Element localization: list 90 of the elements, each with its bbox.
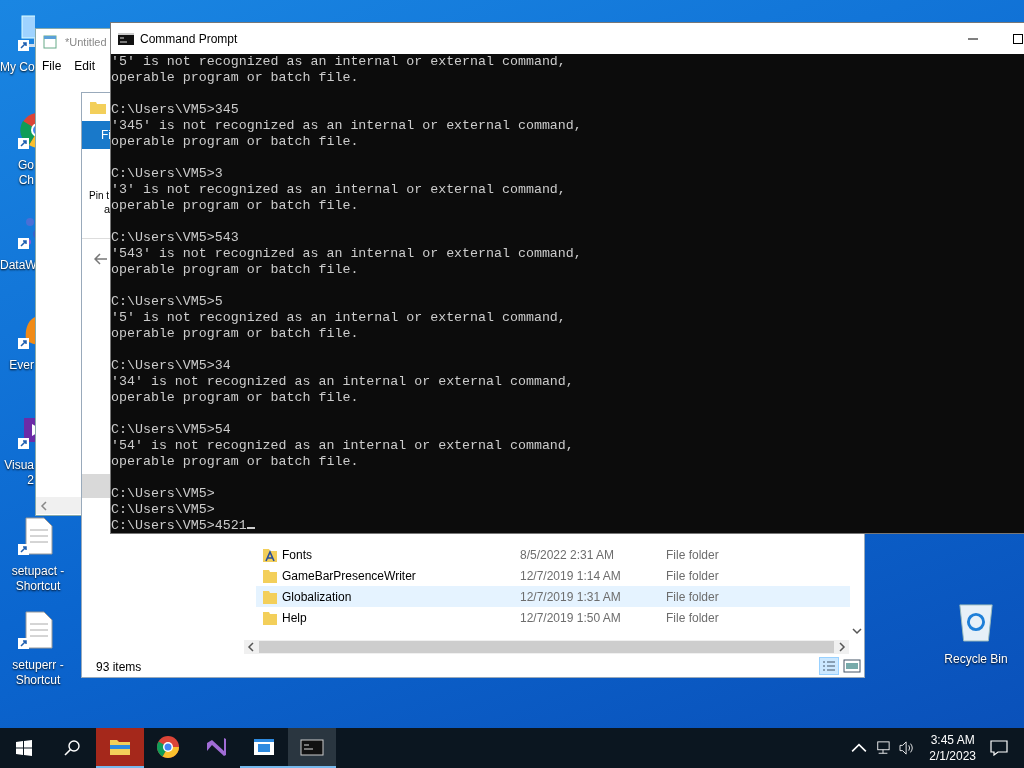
- text-cursor: [246, 527, 255, 529]
- file-type: File folder: [666, 547, 719, 562]
- file-row[interactable]: Help 12/7/2019 1:50 AM File folder: [256, 607, 850, 628]
- icon-label: 2: [26, 473, 34, 488]
- console-line: '54' is not recognized as an internal or external command,: [111, 438, 574, 454]
- notepad-icon: [43, 35, 57, 49]
- folder-icon: [262, 609, 278, 626]
- fonts-folder-icon: [262, 546, 278, 563]
- scroll-left-icon[interactable]: [40, 500, 48, 511]
- console-line: '5' is not recognized as an internal or external command,: [111, 310, 566, 326]
- console-line: '3' is not recognized as an internal or external command,: [111, 182, 566, 198]
- studio-icon: [204, 735, 228, 759]
- scroll-left-icon[interactable]: [247, 642, 255, 652]
- console-line: C:\Users\VM5>5: [111, 294, 223, 310]
- file-row[interactable]: Globalization 12/7/2019 1:31 AM File folder: [256, 586, 850, 607]
- notification-icon[interactable]: [990, 740, 1008, 756]
- file-date: 8/5/2022 2:31 AM: [520, 547, 616, 562]
- scroll-down-icon[interactable]: [852, 627, 862, 635]
- volume-icon[interactable]: [899, 741, 916, 755]
- console-line: operable program or batch file.: [111, 70, 359, 86]
- file-type: File folder: [666, 589, 719, 604]
- computer-icon[interactable]: [18, 12, 35, 52]
- clock-time[interactable]: 3:45 AM: [930, 732, 975, 748]
- icon-label: Ever: [8, 358, 34, 373]
- file-name: Fonts: [282, 547, 313, 562]
- back-arrow-icon[interactable]: [94, 253, 108, 265]
- console-line: '34' is not recognized as an internal or external command,: [111, 374, 574, 390]
- icon-label: Go: [17, 158, 34, 173]
- folder-icon: [90, 100, 106, 114]
- scroll-right-icon[interactable]: [838, 642, 846, 652]
- icon-label: Shortcut: [14, 673, 62, 688]
- horizontal-scrollbar[interactable]: [244, 640, 849, 654]
- ribbon-button-label[interactable]: a: [104, 203, 111, 215]
- console-line: C:\Users\VM5>34: [111, 358, 231, 374]
- file-name: GameBarPresenceWriter: [282, 568, 417, 583]
- icon-label: setuperr -: [11, 658, 65, 673]
- file-date: 12/7/2019 1:14 AM: [520, 568, 622, 583]
- network-icon[interactable]: [875, 741, 892, 755]
- icon-label: setupact -: [10, 564, 66, 579]
- file-name: Help: [282, 610, 308, 625]
- status-text: 93 items: [96, 660, 142, 674]
- horizontal-scrollbar[interactable]: [36, 497, 81, 514]
- search-icon[interactable]: [64, 740, 80, 756]
- menu-item[interactable]: File: [42, 59, 62, 73]
- console-line: operable program or batch file.: [111, 390, 359, 406]
- console-line: '543' is not recognized as an internal or external command,: [111, 246, 582, 262]
- console-line: operable program or batch file.: [111, 326, 359, 342]
- icon-label: Ch: [17, 173, 34, 188]
- console-line: '5' is not recognized as an internal or external command,: [111, 54, 566, 70]
- maximize-icon[interactable]: [1012, 33, 1024, 45]
- console-icon: [118, 32, 134, 45]
- caret-up-icon[interactable]: [851, 741, 868, 755]
- ribbon-button-label[interactable]: Pin t: [89, 190, 109, 201]
- console-line: operable program or batch file.: [111, 198, 359, 214]
- file-type: File folder: [666, 610, 719, 625]
- browser-icon: [156, 735, 180, 759]
- console-line: C:\Users\VM5>54: [111, 422, 231, 438]
- console-taskbar-button[interactable]: [288, 728, 336, 768]
- console-line: C:\Users\VM5>4521: [111, 518, 255, 534]
- console-line: C:\Users\VM5>543: [111, 230, 239, 246]
- folder-icon: [262, 567, 278, 584]
- folder-icon: [262, 588, 278, 605]
- windows-start-icon[interactable]: [16, 740, 32, 756]
- icon-label: Shortcut: [14, 579, 62, 594]
- ribbon-tab[interactable]: Fi: [82, 121, 111, 149]
- clock-date[interactable]: 2/1/2023: [929, 748, 976, 764]
- icon-label: Recycle Bin: [943, 652, 1009, 667]
- menu-item[interactable]: Edit: [74, 59, 96, 73]
- icon-label: DataW: [0, 258, 34, 273]
- window-title: *Untitled: [65, 36, 107, 48]
- console-line: operable program or batch file.: [111, 454, 359, 470]
- console-line: '345' is not recognized as an internal or external command,: [111, 118, 582, 134]
- console-line: C:\Users\VM5>345: [111, 102, 239, 118]
- icon-label: Visua: [3, 458, 34, 473]
- tiles-view-icon[interactable]: [843, 659, 861, 673]
- icon-label: My Co: [0, 60, 34, 75]
- console-line: operable program or batch file.: [111, 134, 359, 150]
- file-row[interactable]: GameBarPresenceWriter 12/7/2019 1:14 AM File folder: [256, 565, 850, 586]
- console-line: C:\Users\VM5>3: [111, 166, 223, 182]
- console-line: C:\Users\VM5>: [111, 486, 215, 502]
- console-line: C:\Users\VM5>: [111, 502, 215, 518]
- file-type: File folder: [666, 568, 719, 583]
- file-explorer-taskbar-button[interactable]: [96, 728, 144, 768]
- file-name: Globalization: [282, 589, 353, 604]
- file-row[interactable]: Fonts 8/5/2022 2:31 AM File folder: [256, 544, 850, 565]
- file-date: 12/7/2019 1:31 AM: [520, 589, 622, 604]
- nav-pane-item[interactable]: [82, 474, 111, 498]
- console-line: operable program or batch file.: [111, 262, 359, 278]
- file-date: 12/7/2019 1:50 AM: [520, 610, 622, 625]
- window-title: Command Prompt: [140, 31, 238, 46]
